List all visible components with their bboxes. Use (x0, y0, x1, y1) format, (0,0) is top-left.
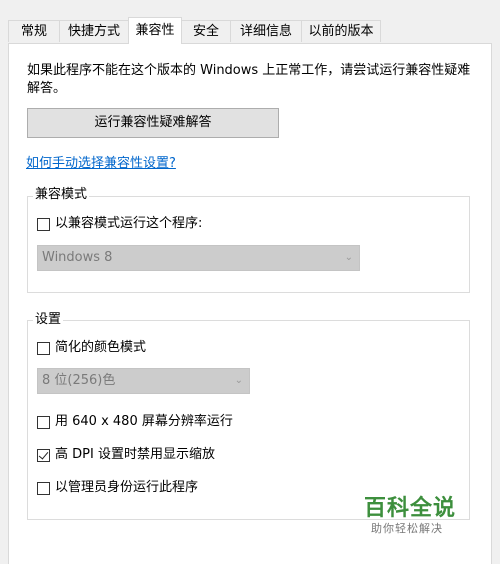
resolution-640-label: 用 640 x 480 屏幕分辨率运行 (55, 414, 233, 429)
compat-mode-select-value: Windows 8 (42, 250, 113, 265)
high-dpi-row[interactable]: 高 DPI 设置时禁用显示缩放 (37, 447, 215, 463)
color-mode-select: 8 位(256)色 ⌄ (37, 368, 250, 394)
compat-mode-checkbox-label: 以兼容模式运行这个程序: (55, 216, 203, 231)
resolution-640-checkbox[interactable] (37, 415, 50, 429)
reduced-color-row[interactable]: 简化的颜色模式 (37, 340, 146, 356)
tab-shortcut[interactable]: 快捷方式 (59, 20, 129, 42)
run-as-admin-checkbox[interactable] (37, 481, 50, 495)
chevron-down-icon: ⌄ (344, 252, 353, 263)
compat-mode-checkbox-row[interactable]: 以兼容模式运行这个程序: (37, 216, 202, 232)
manual-settings-link[interactable]: 如何手动选择兼容性设置? (26, 152, 176, 171)
compat-mode-checkbox[interactable] (37, 217, 50, 231)
run-as-admin-row[interactable]: 以管理员身份运行此程序 (37, 480, 198, 496)
tab-compatibility[interactable]: 兼容性 (128, 17, 182, 44)
tab-strip: 常规 快捷方式 兼容性 安全 详细信息 以前的版本 (0, 0, 500, 44)
chevron-down-icon: ⌄ (234, 375, 243, 386)
watermark-title: 百科全说 (364, 496, 457, 521)
run-as-admin-label: 以管理员身份运行此程序 (55, 480, 199, 495)
intro-text: 如果此程序不能在这个版本的 Windows 上正常工作，请尝试运行兼容性疑难解答… (27, 63, 471, 96)
reduced-color-label: 简化的颜色模式 (55, 340, 147, 355)
compatibility-panel: 如果此程序不能在这个版本的 Windows 上正常工作，请尝试运行兼容性疑难解答… (8, 43, 492, 564)
color-mode-select-value: 8 位(256)色 (42, 373, 116, 388)
compat-mode-legend: 兼容模式 (33, 187, 90, 203)
run-troubleshooter-button[interactable]: 运行兼容性疑难解答 (27, 108, 279, 138)
tab-general[interactable]: 常规 (8, 20, 60, 42)
tab-previous-versions[interactable]: 以前的版本 (301, 20, 381, 42)
tab-details[interactable]: 详细信息 (230, 20, 302, 42)
settings-legend: 设置 (33, 312, 64, 328)
resolution-640-row[interactable]: 用 640 x 480 屏幕分辨率运行 (37, 414, 233, 430)
watermark-subtitle: 助你轻松解决 (371, 522, 443, 535)
compat-mode-select: Windows 8 ⌄ (37, 245, 360, 271)
reduced-color-checkbox[interactable] (37, 341, 50, 355)
tab-security[interactable]: 安全 (181, 20, 231, 42)
high-dpi-checkbox[interactable] (37, 448, 50, 462)
high-dpi-label: 高 DPI 设置时禁用显示缩放 (55, 447, 215, 462)
